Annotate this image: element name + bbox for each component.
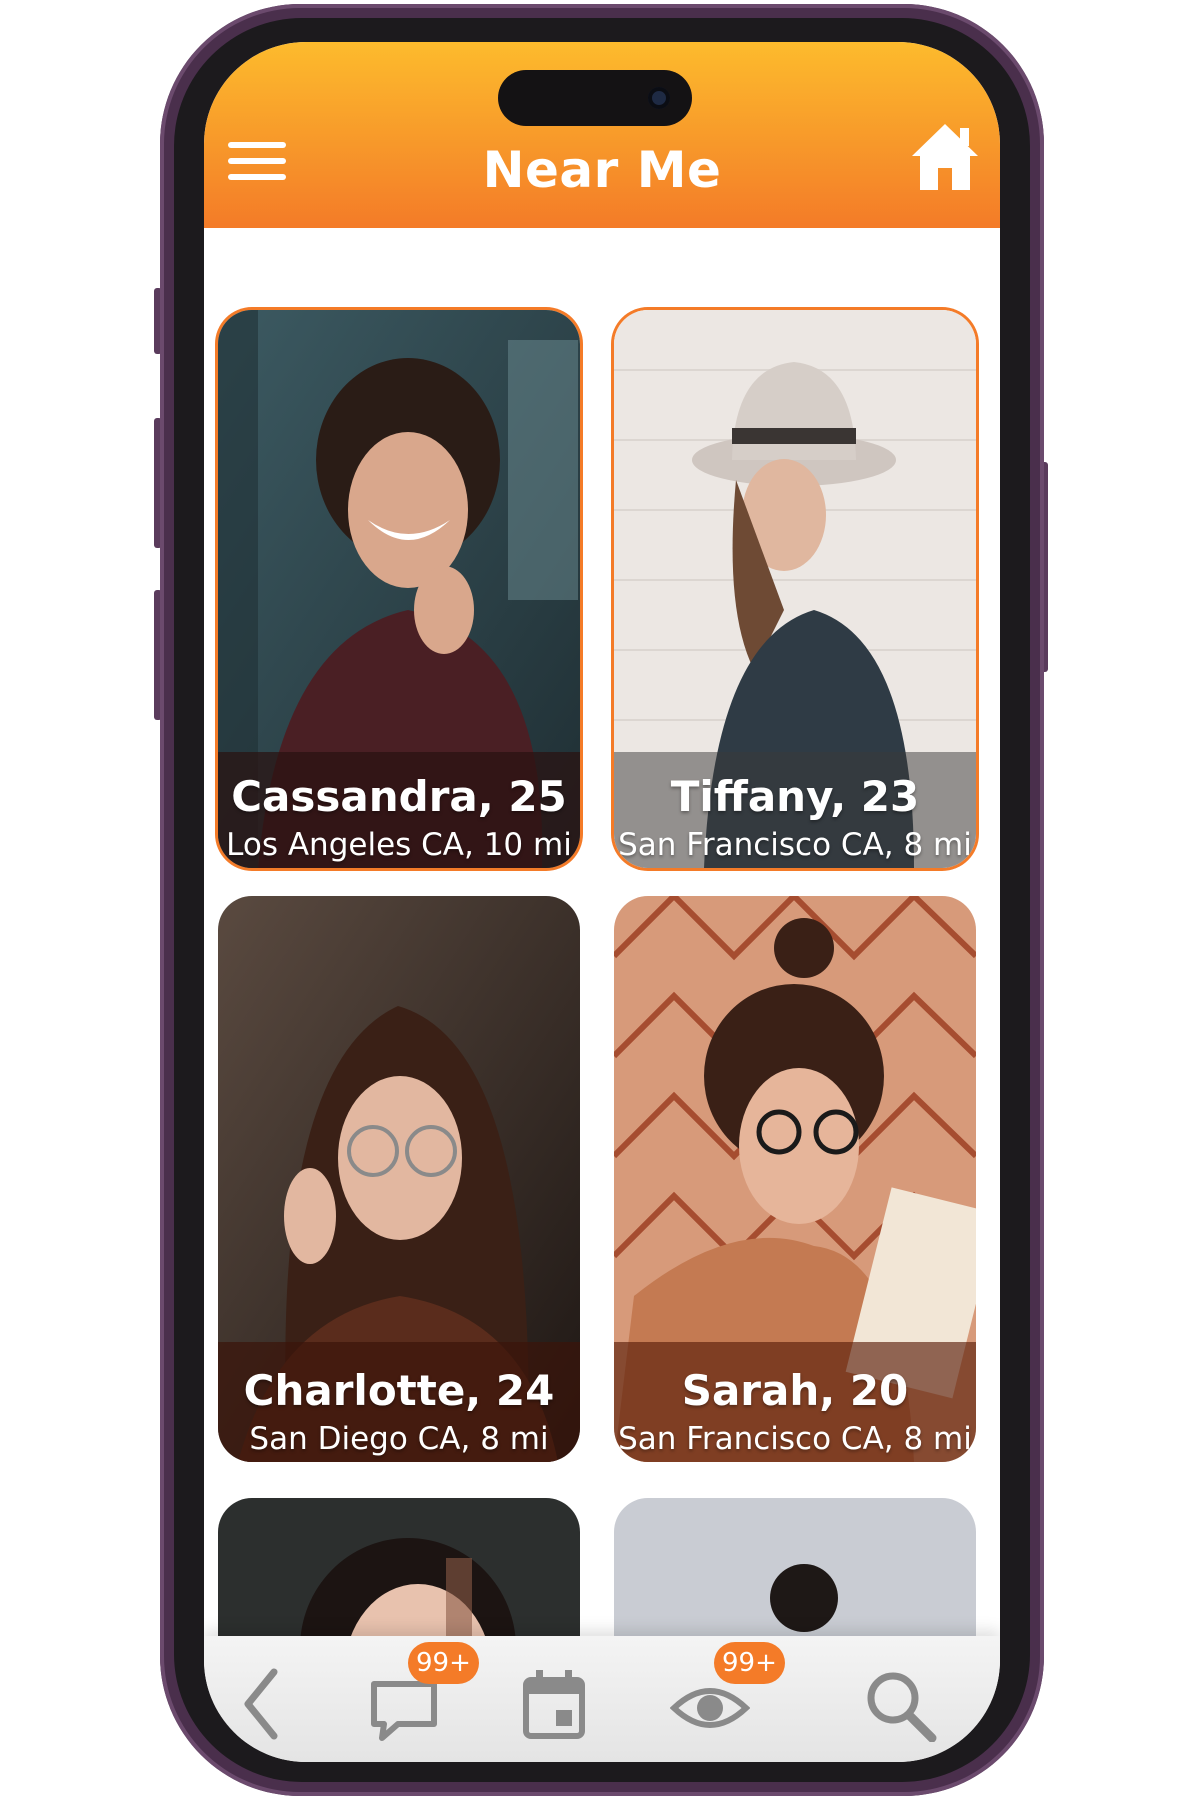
profile-caption: Cassandra, 25 Los Angeles CA, 10 mi xyxy=(218,752,580,868)
profile-name-age: Cassandra, 25 xyxy=(231,772,567,821)
home-icon[interactable] xyxy=(910,120,980,192)
profile-location: Los Angeles CA, 10 mi xyxy=(226,827,572,863)
front-camera xyxy=(648,87,670,109)
back-button[interactable] xyxy=(222,1662,302,1742)
viewers-button[interactable]: 99+ xyxy=(669,1642,785,1742)
calendar-icon xyxy=(523,1670,585,1739)
bottom-nav-bar: 99+ 99+ xyxy=(204,1636,1000,1762)
profile-name-age: Charlotte, 24 xyxy=(243,1366,555,1415)
chevron-left-icon xyxy=(244,1668,278,1740)
profile-location: San Diego CA, 8 mi xyxy=(249,1421,549,1457)
profile-caption: Tiffany, 23 San Francisco CA, 8 mi xyxy=(614,752,976,868)
profile-caption: Sarah, 20 San Francisco CA, 8 mi xyxy=(614,1346,976,1462)
messages-button[interactable]: 99+ xyxy=(364,1642,479,1742)
profile-name-age: Tiffany, 23 xyxy=(670,772,920,821)
profile-caption: Charlotte, 24 San Diego CA, 8 mi xyxy=(218,1346,580,1462)
dynamic-island xyxy=(498,70,692,126)
viewers-badge: 99+ xyxy=(714,1642,785,1684)
profile-location: San Francisco CA, 8 mi xyxy=(618,1421,972,1457)
app-header: Near Me xyxy=(204,42,1000,228)
app-screen: Near Me Cassandra, 25 Los Angeles CA, 10… xyxy=(204,42,1000,1762)
search-button[interactable] xyxy=(860,1662,940,1743)
search-icon xyxy=(867,1672,937,1743)
profile-name-age: Sarah, 20 xyxy=(681,1366,909,1415)
profile-card[interactable]: Sarah, 20 San Francisco CA, 8 mi xyxy=(614,896,976,1462)
profile-card[interactable]: Tiffany, 23 San Francisco CA, 8 mi xyxy=(614,310,976,868)
calendar-button[interactable] xyxy=(514,1662,594,1742)
profile-card[interactable]: Cassandra, 25 Los Angeles CA, 10 mi xyxy=(218,310,580,868)
profile-location: San Francisco CA, 8 mi xyxy=(618,827,972,863)
profile-card[interactable]: Charlotte, 24 San Diego CA, 8 mi xyxy=(218,896,580,1462)
messages-badge: 99+ xyxy=(408,1642,479,1684)
profile-grid: Cassandra, 25 Los Angeles CA, 10 mi Tiff… xyxy=(204,228,1000,1738)
page-title: Near Me xyxy=(482,141,722,199)
